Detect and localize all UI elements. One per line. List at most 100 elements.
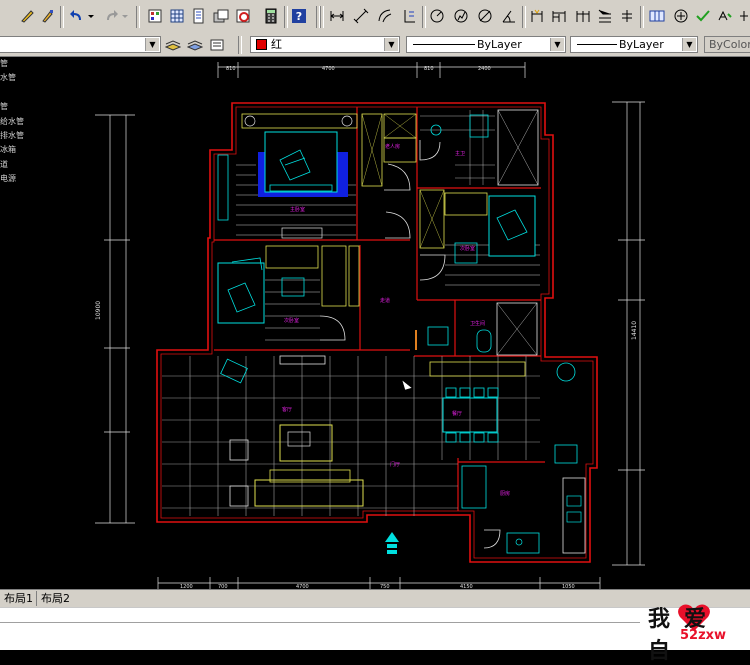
- command-divider: [0, 622, 640, 623]
- dimension-update-icon[interactable]: [738, 7, 750, 25]
- living-floor-tiles: [162, 356, 540, 516]
- dimension-jogged-icon[interactable]: [452, 7, 470, 25]
- tab-layout2[interactable]: 布局2: [36, 591, 74, 606]
- floor-plan: 810 4700 810 2400 10900 14410 1200 700 4…: [95, 62, 645, 589]
- chevron-down-icon[interactable]: ▼: [145, 38, 159, 51]
- separator: [422, 6, 426, 28]
- tab-layout1[interactable]: 布局1: [0, 591, 37, 606]
- layout-tabs-bar: 布局1 布局2: [0, 589, 750, 608]
- lineweight-preview: [577, 44, 617, 45]
- properties-icon[interactable]: [146, 7, 164, 25]
- layer-make-current-icon[interactable]: [164, 36, 182, 54]
- outer-wall-inner: [160, 106, 594, 559]
- second-bed: [488, 195, 536, 257]
- watermark-url: 52zxw: [680, 628, 727, 643]
- room-label: 主卫: [455, 150, 465, 157]
- left-dim-total: 10900: [95, 301, 102, 320]
- room-label: 次卧室: [284, 317, 299, 324]
- lineweight-value: ByLayer: [619, 38, 664, 51]
- svg-text:?: ?: [296, 10, 302, 23]
- right-dimension-lines: [612, 101, 645, 566]
- dimension-ordinate-icon[interactable]: [400, 7, 418, 25]
- continue-icon[interactable]: [574, 7, 592, 25]
- color-value: 红: [271, 38, 282, 51]
- doors: [319, 140, 501, 549]
- plotstyle-value: ByColor: [709, 38, 750, 51]
- tv-cabinet: [279, 355, 326, 365]
- design-center-icon[interactable]: [168, 7, 186, 25]
- properties-toolbar: ▼ 红 ▼ ByLayer ▼ ByLayer ▼ ByColor: [0, 34, 750, 57]
- redo-icon[interactable]: [102, 7, 120, 25]
- plotstyle-dropdown[interactable]: ByColor: [704, 36, 750, 53]
- baseline-icon[interactable]: [550, 7, 568, 25]
- room-label: 厨房: [500, 490, 510, 497]
- room-label: 餐厅: [452, 410, 462, 417]
- quick-dimension-icon[interactable]: [528, 7, 546, 25]
- calculator-icon[interactable]: [262, 7, 280, 25]
- center-mark-icon[interactable]: [672, 7, 690, 25]
- chevron-down-icon[interactable]: ▼: [550, 38, 564, 51]
- help-icon[interactable]: ?: [290, 7, 308, 25]
- wardrobe-top: [241, 113, 358, 129]
- separator: [522, 6, 526, 28]
- toilet-second: [476, 329, 492, 353]
- third-bedroom-floor: [265, 279, 320, 341]
- room-label: 客厅: [282, 406, 292, 413]
- dimension-arc-icon[interactable]: [376, 7, 394, 25]
- lineweight-dropdown[interactable]: ByLayer ▼: [570, 36, 698, 53]
- layer-previous-icon[interactable]: [186, 36, 204, 54]
- pencil-icon[interactable]: [18, 7, 36, 25]
- dimension-linear-icon[interactable]: [328, 7, 346, 25]
- separator: [60, 6, 64, 28]
- drawing-canvas[interactable]: 管 水管 管 给水管 排水管 冰箱 道 电源 810 4700 810 2400: [0, 57, 750, 589]
- brush-icon[interactable]: [38, 7, 56, 25]
- room-label: 门厅: [390, 461, 400, 468]
- undo-icon[interactable]: [68, 7, 86, 25]
- tool-palette-icon[interactable]: [190, 7, 208, 25]
- sofa: [254, 479, 364, 507]
- master-bed: [264, 131, 338, 193]
- separator: [238, 36, 242, 54]
- sideboard: [429, 361, 526, 377]
- quick-leader-icon[interactable]: [596, 7, 614, 25]
- linetype-dropdown[interactable]: ByLayer ▼: [406, 36, 566, 53]
- separator: [284, 6, 288, 28]
- undo-dropdown-icon[interactable]: [86, 7, 96, 25]
- dimension-radius-icon[interactable]: [428, 7, 446, 25]
- layer-dropdown[interactable]: ▼: [0, 36, 161, 53]
- separator: [320, 6, 324, 28]
- dimension-diameter-icon[interactable]: [476, 7, 494, 25]
- bathroom-tiles: [420, 110, 495, 185]
- redo-dropdown-icon[interactable]: [120, 7, 130, 25]
- third-bed: [217, 262, 265, 324]
- room-label: 次卧室: [460, 245, 475, 252]
- top-dim-text: 2400: [478, 66, 491, 72]
- top-dim-text: 810: [226, 66, 236, 72]
- dimension-angular-icon[interactable]: [500, 7, 518, 25]
- markup-icon[interactable]: [234, 7, 252, 25]
- color-dropdown[interactable]: 红 ▼: [250, 36, 400, 53]
- linetype-preview: [413, 44, 475, 45]
- dimension-aligned-icon[interactable]: [352, 7, 370, 25]
- chevron-down-icon[interactable]: ▼: [384, 38, 398, 51]
- dimension-edit-icon[interactable]: [694, 7, 712, 25]
- chevron-down-icon[interactable]: ▼: [682, 38, 696, 51]
- command-area[interactable]: [0, 607, 750, 650]
- sheet-set-icon[interactable]: [212, 7, 230, 25]
- separator: [136, 6, 140, 28]
- right-dim-total: 14410: [631, 321, 638, 340]
- tolerance-frame-icon[interactable]: [648, 7, 666, 25]
- entry-arrow: [385, 532, 399, 542]
- color-swatch: [256, 39, 267, 50]
- top-dim-text: 4700: [322, 66, 335, 72]
- toilet-master: [469, 114, 489, 138]
- dimension-text-edit-icon[interactable]: [716, 7, 734, 25]
- linetype-value: ByLayer: [477, 38, 522, 51]
- kitchen-counter: [562, 477, 586, 554]
- separator: [640, 6, 644, 28]
- room-label: 走道: [380, 297, 390, 304]
- fridge: [461, 465, 487, 509]
- main-toolbar: ?: [0, 0, 750, 35]
- tolerance-icon[interactable]: [618, 7, 636, 25]
- layer-states-icon[interactable]: [208, 36, 226, 54]
